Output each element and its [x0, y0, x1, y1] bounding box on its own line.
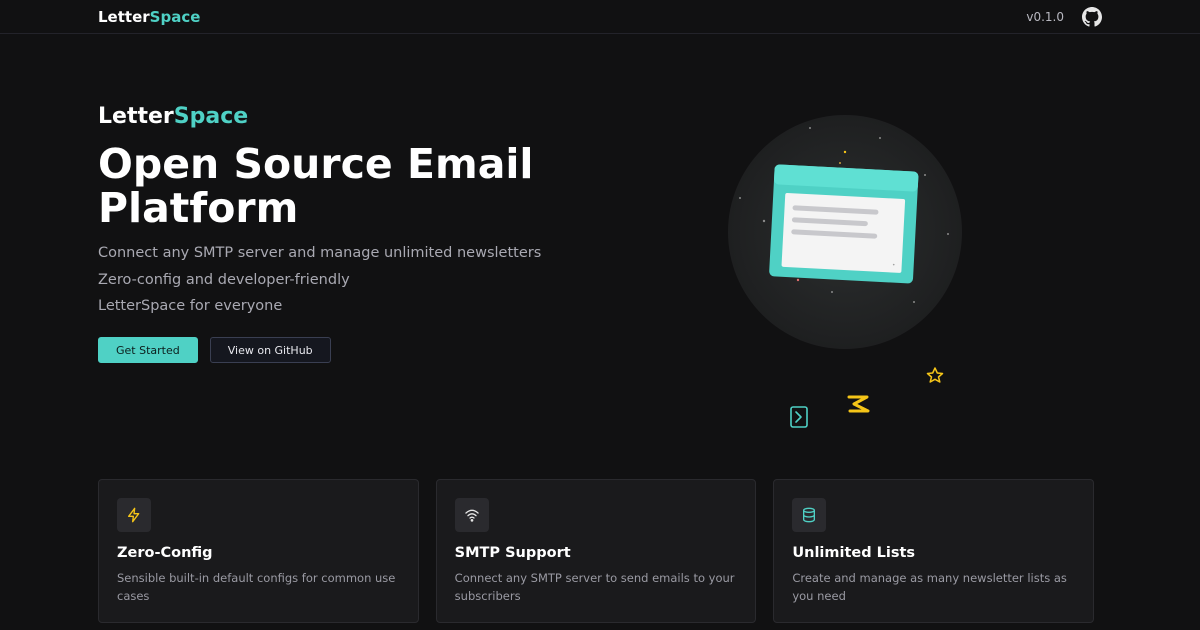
email-window-icon [769, 164, 919, 284]
brand-text-main: Letter [98, 7, 150, 26]
wifi-icon [454, 498, 489, 532]
version-label: v0.1.0 [1026, 9, 1064, 24]
hero-tagline-2: Zero-config and developer-friendly [98, 271, 350, 288]
feature-description: Create and manage as many newsletter lis… [792, 571, 1067, 603]
hero-brand-main: Letter [98, 104, 174, 129]
zigzag-icon [847, 395, 870, 413]
database-icon [792, 498, 827, 532]
hero-brand: LetterSpace [98, 104, 248, 129]
feature-card-zero-config: Zero-Config Sensible built-in default co… [98, 479, 419, 623]
navbar-right: v0.1.0 [1026, 6, 1102, 27]
get-started-button[interactable]: Get Started [98, 337, 198, 363]
hero-tagline-1: Connect any SMTP server and manage unlim… [98, 245, 542, 261]
feature-card-unlimited-lists: Unlimited Lists Create and manage as man… [773, 479, 1095, 623]
hero-buttons: Get Started View on GitHub [98, 337, 331, 363]
star-icon [926, 367, 944, 383]
view-on-github-button[interactable]: View on GitHub [209, 337, 331, 363]
hero-illustration [728, 115, 962, 428]
navbar-brand[interactable]: LetterSpace [98, 8, 200, 26]
terminal-icon [790, 406, 808, 428]
top-navbar: LetterSpace v0.1.0 [0, 0, 1200, 34]
feature-title: Zero-Config [117, 545, 213, 561]
hero-brand-accent: Space [173, 104, 249, 129]
feature-card-smtp-support: SMTP Support Connect any SMTP server to … [435, 479, 757, 623]
hero-title: Open Source Email Platform [98, 140, 534, 232]
feature-title: Unlimited Lists [792, 545, 916, 561]
feature-description: Sensible built-in default configs for co… [117, 571, 396, 603]
feature-title: SMTP Support [454, 545, 571, 561]
brand-text-accent: Space [149, 7, 201, 26]
feature-cards: Zero-Config Sensible built-in default co… [98, 479, 1095, 623]
lightning-icon [117, 498, 151, 532]
github-icon[interactable] [1082, 6, 1102, 27]
feature-description: Connect any SMTP server to send emails t… [454, 571, 735, 603]
hero-taglines: Connect any SMTP server and manage unlim… [98, 240, 541, 320]
hero-tagline-3: LetterSpace for everyone [98, 298, 283, 314]
